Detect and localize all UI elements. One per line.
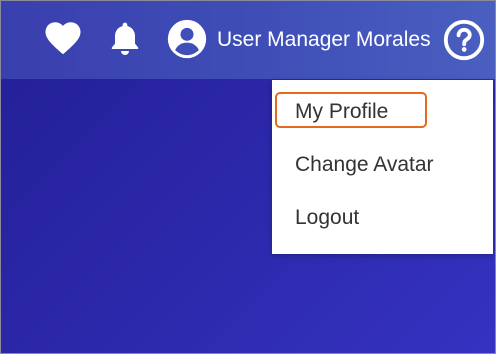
app-window: User Manager Morales My Profile Change A… xyxy=(0,0,496,354)
menu-item-my-profile[interactable]: My Profile xyxy=(272,90,493,134)
top-navigation-bar: User Manager Morales xyxy=(1,1,495,79)
question-circle-icon[interactable] xyxy=(443,19,485,61)
menu-item-logout[interactable]: Logout xyxy=(272,196,493,240)
user-name-label[interactable]: User Manager Morales xyxy=(217,26,431,54)
user-circle-icon[interactable] xyxy=(167,19,207,59)
menu-item-change-avatar[interactable]: Change Avatar xyxy=(272,143,493,187)
menu-item-label: Change Avatar xyxy=(295,153,434,176)
user-dropdown-menu: My Profile Change Avatar Logout xyxy=(272,80,493,254)
bell-icon[interactable] xyxy=(105,18,145,60)
menu-item-label: My Profile xyxy=(295,100,389,123)
menu-item-label: Logout xyxy=(295,206,360,229)
heart-icon[interactable] xyxy=(41,17,85,59)
